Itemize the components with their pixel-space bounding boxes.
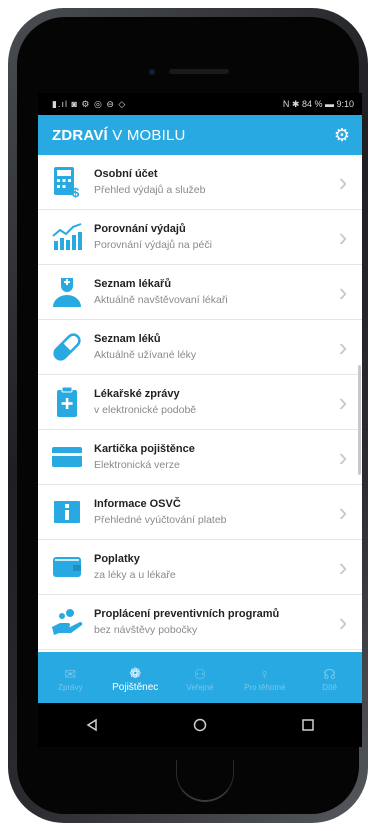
- item-subtitle: Aktuálně užívané léky: [94, 349, 197, 361]
- list-item-porovnani-vydaju[interactable]: Porovnání výdajů Porovnání výdajů na péč…: [38, 210, 362, 265]
- tab-zpravy[interactable]: ✉ Zprávy: [38, 652, 103, 703]
- bottom-tab-bar: ✉ Zprávy ❁ Pojištěnec ⚇ Veřejné ♀ Pro tě…: [38, 652, 362, 703]
- flower-icon: ❁: [129, 664, 142, 681]
- item-subtitle: Přehledné vyúčtování plateb: [94, 514, 227, 526]
- item-texts: Kartička pojištěnce Elektronická verze: [94, 442, 332, 472]
- list-item-informace-osvc[interactable]: Informace OSVČ Přehledné vyúčtování plat…: [38, 485, 362, 540]
- chevron-right-icon: ›: [338, 607, 348, 637]
- scrollbar[interactable]: [358, 365, 361, 475]
- earpiece-speaker: [169, 69, 229, 74]
- chevron-right-icon: ›: [338, 222, 348, 252]
- status-left: ▮.ıl ◙ ⚙ ◎ ⊖ ◇: [52, 98, 127, 109]
- list-item-osobni-ucet[interactable]: $ Osobní účet Přehled výdajů a služeb ›: [38, 155, 362, 210]
- back-triangle-icon: [86, 718, 97, 732]
- item-texts: Seznam léků Aktuálně užívané léky: [94, 332, 332, 362]
- item-subtitle: v elektronické podobě: [94, 404, 197, 416]
- item-subtitle: Porovnání výdajů na péči: [94, 239, 212, 251]
- clipboard-icon: [50, 385, 84, 419]
- tab-pro-tehotne[interactable]: ♀ Pro těhotné: [232, 652, 297, 703]
- list-item-seznam-lekaru[interactable]: Seznam lékařů Aktuálně navštěvovaní léka…: [38, 265, 362, 320]
- info-icon: [50, 495, 84, 529]
- tab-label: Dítě: [322, 682, 337, 692]
- system-nav-bar: [38, 703, 362, 747]
- front-camera: [149, 69, 155, 75]
- tab-verejne[interactable]: ⚇ Veřejné: [168, 652, 233, 703]
- item-texts: Porovnání výdajů Porovnání výdajů na péč…: [94, 222, 332, 252]
- item-title: Informace OSVČ: [94, 498, 181, 510]
- recents-button[interactable]: [288, 710, 328, 740]
- item-title: Proplácení preventivních programů: [94, 608, 280, 620]
- list-item-poplatky[interactable]: Poplatky za léky a u lékaře ›: [38, 540, 362, 595]
- chevron-right-icon: ›: [338, 442, 348, 472]
- menu-list: $ Osobní účet Přehled výdajů a služeb › …: [38, 155, 362, 652]
- app-title-rest: V MOBILU: [107, 126, 186, 144]
- item-title: Seznam lékařů: [94, 278, 172, 290]
- svg-text:$: $: [72, 185, 80, 198]
- chevron-right-icon: ›: [338, 387, 348, 417]
- item-texts: Proplácení preventivních programů bez ná…: [94, 607, 332, 637]
- envelope-icon: ✉: [64, 665, 77, 682]
- chevron-right-icon: ›: [338, 277, 348, 307]
- list-item-karticka-pojistence[interactable]: Kartička pojištěnce Elektronická verze ›: [38, 430, 362, 485]
- doctor-icon: [50, 275, 84, 309]
- item-texts: Informace OSVČ Přehledné vyúčtování plat…: [94, 497, 332, 527]
- item-texts: Lékařské zprávy v elektronické podobě: [94, 387, 332, 417]
- item-title: Kartička pojištěnce: [94, 443, 195, 455]
- status-bar: ▮.ıl ◙ ⚙ ◎ ⊖ ◇ N ✱ 84 % ▬ 9:10: [38, 93, 362, 115]
- item-title: Porovnání výdajů: [94, 223, 186, 235]
- item-subtitle: bez návštěvy pobočky: [94, 624, 198, 636]
- wallet-icon: [50, 550, 84, 584]
- chevron-right-icon: ›: [338, 497, 348, 527]
- screen: ▮.ıl ◙ ⚙ ◎ ⊖ ◇ N ✱ 84 % ▬ 9:10 ZDRAVÍ V …: [38, 93, 362, 703]
- back-button[interactable]: [72, 710, 112, 740]
- app-title-bold: ZDRAVÍ: [52, 126, 108, 144]
- item-title: Poplatky: [94, 553, 140, 565]
- item-title: Lékařské zprávy: [94, 388, 180, 400]
- tab-label: Zprávy: [58, 682, 83, 692]
- tab-label: Pojištěnec: [112, 681, 159, 693]
- item-subtitle: Přehled výdajů a služeb: [94, 184, 206, 196]
- hand-money-icon: [50, 605, 84, 639]
- item-subtitle: Elektronická verze: [94, 459, 180, 471]
- calculator-icon: $: [50, 165, 84, 199]
- list-item-lekarske-zpravy[interactable]: Lékařské zprávy v elektronické podobě ›: [38, 375, 362, 430]
- home-circle-icon: [193, 718, 207, 732]
- group-icon: ⚇: [193, 665, 207, 682]
- tab-pojistenec[interactable]: ❁ Pojištěnec: [103, 652, 168, 703]
- item-title: Seznam léků: [94, 333, 161, 345]
- baby-icon: ☊: [323, 665, 336, 682]
- chart-icon: [50, 220, 84, 254]
- recents-square-icon: [302, 719, 314, 731]
- list-item-preventivni-programy[interactable]: Proplácení preventivních programů bez ná…: [38, 595, 362, 650]
- status-right: N ✱ 84 % ▬ 9:10: [282, 98, 354, 109]
- gear-icon[interactable]: ⚙: [332, 125, 352, 145]
- tab-label: Veřejné: [186, 682, 214, 692]
- tab-dite[interactable]: ☊ Dítě: [297, 652, 362, 703]
- chevron-right-icon: ›: [338, 167, 348, 197]
- item-subtitle: Aktuálně navštěvovaní lékaři: [94, 294, 228, 306]
- chevron-right-icon: ›: [338, 332, 348, 362]
- item-title: Osobní účet: [94, 168, 158, 180]
- item-subtitle: za léky a u lékaře: [94, 569, 176, 581]
- item-texts: Seznam lékařů Aktuálně navštěvovaní léka…: [94, 277, 332, 307]
- pregnant-icon: ♀: [259, 665, 271, 682]
- chevron-right-icon: ›: [338, 552, 348, 582]
- app-title: ZDRAVÍ V MOBILU: [52, 127, 186, 144]
- list-item-seznam-leku[interactable]: Seznam léků Aktuálně užívané léky ›: [38, 320, 362, 375]
- pill-icon: [50, 330, 84, 364]
- item-texts: Osobní účet Přehled výdajů a služeb: [94, 167, 332, 197]
- app-header: ZDRAVÍ V MOBILU ⚙: [38, 115, 362, 155]
- home-button[interactable]: [180, 710, 220, 740]
- card-icon: [50, 440, 84, 474]
- item-texts: Poplatky za léky a u lékaře: [94, 552, 332, 582]
- tab-label: Pro těhotné: [244, 682, 286, 692]
